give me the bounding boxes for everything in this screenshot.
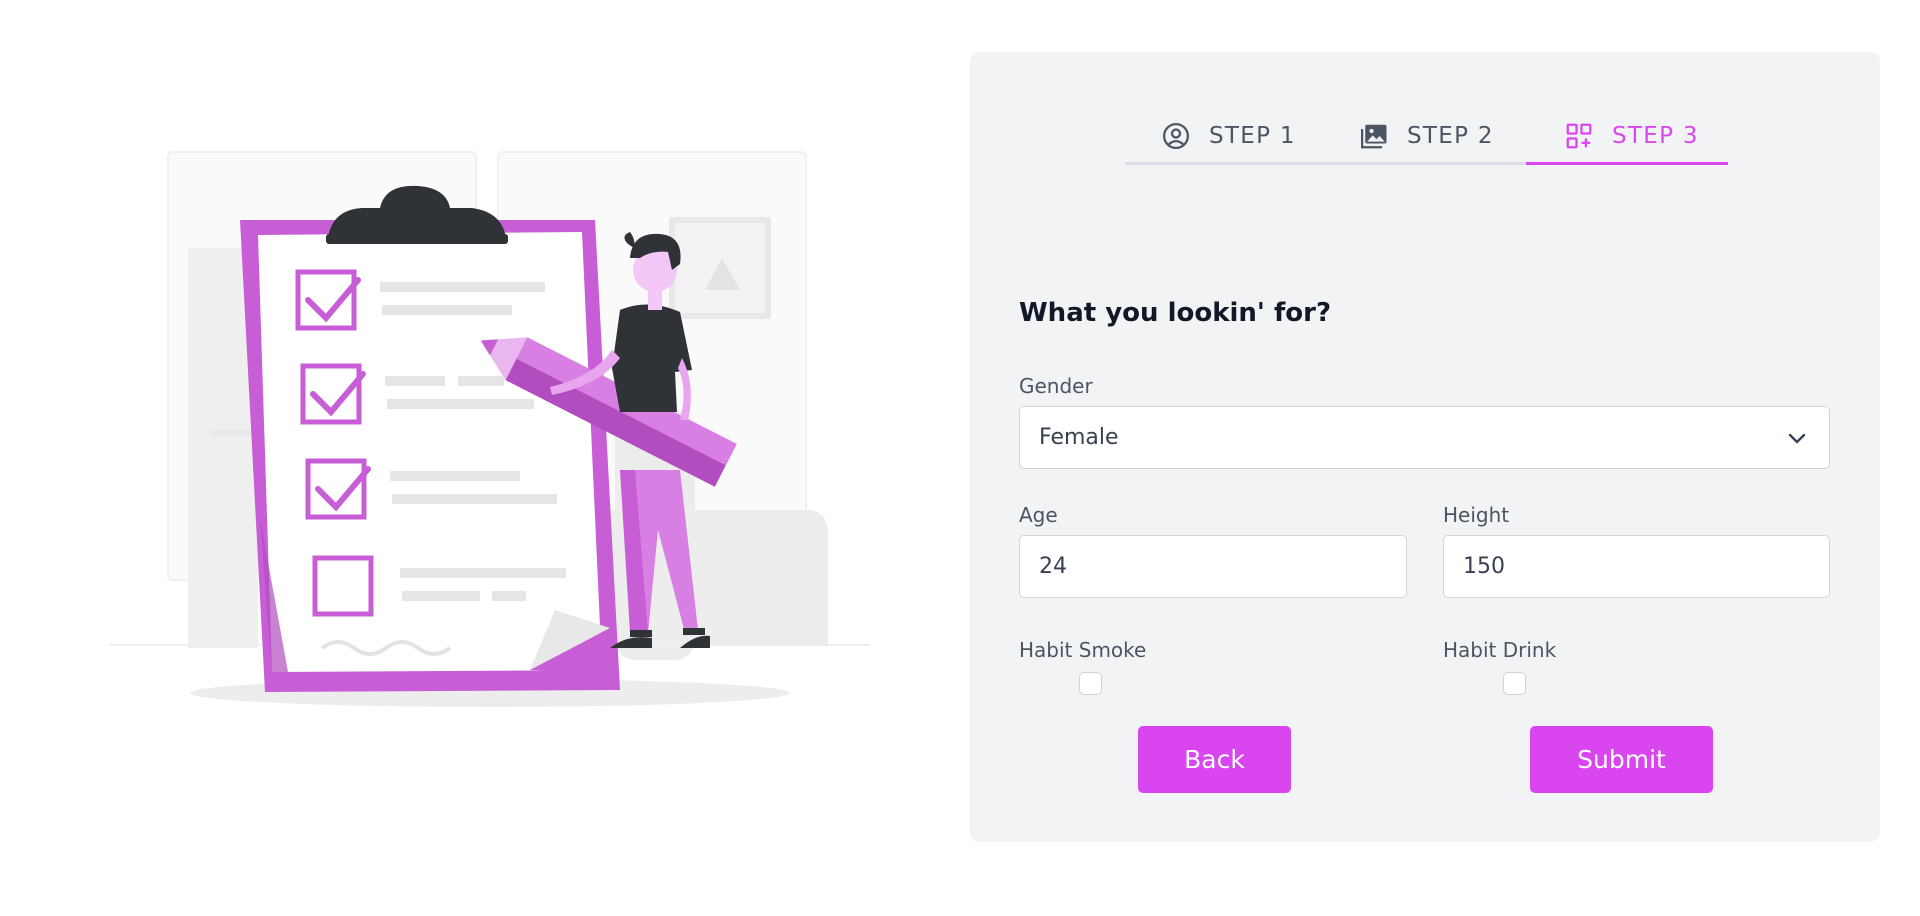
user-circle-icon bbox=[1163, 123, 1189, 149]
submit-button[interactable]: Submit bbox=[1530, 726, 1713, 793]
gender-label: Gender bbox=[1019, 374, 1093, 398]
tab-step-2[interactable]: STEP 2 bbox=[1325, 110, 1526, 162]
form-card: STEP 1 STEP 2 STEP 3 What you lookin' fo… bbox=[970, 52, 1880, 842]
gender-select-value: Female bbox=[1039, 425, 1119, 450]
image-icon bbox=[1361, 124, 1387, 149]
back-button[interactable]: Back bbox=[1138, 726, 1291, 793]
habit-drink-checkbox[interactable] bbox=[1503, 672, 1526, 695]
age-label: Age bbox=[1019, 503, 1058, 527]
tab-step-3[interactable]: STEP 3 bbox=[1526, 110, 1728, 165]
form-title: What you lookin' for? bbox=[1019, 298, 1332, 328]
tab-step-3-label: STEP 3 bbox=[1612, 123, 1699, 149]
gender-select[interactable]: Female bbox=[1019, 406, 1830, 469]
height-label: Height bbox=[1443, 503, 1510, 527]
habit-drink-label: Habit Drink bbox=[1443, 638, 1557, 662]
age-input[interactable]: 24 bbox=[1019, 535, 1407, 598]
chevron-down-icon bbox=[1788, 433, 1806, 444]
tab-step-2-label: STEP 2 bbox=[1407, 123, 1494, 149]
habit-smoke-checkbox[interactable] bbox=[1079, 672, 1102, 695]
habit-smoke-label: Habit Smoke bbox=[1019, 638, 1147, 662]
step-tabs: STEP 1 STEP 2 STEP 3 bbox=[1125, 110, 1728, 165]
height-input-value: 150 bbox=[1463, 554, 1505, 579]
tab-step-1-label: STEP 1 bbox=[1209, 123, 1296, 149]
checklist-illustration bbox=[110, 151, 870, 707]
height-input[interactable]: 150 bbox=[1443, 535, 1830, 598]
age-input-value: 24 bbox=[1039, 554, 1067, 579]
tab-step-1[interactable]: STEP 1 bbox=[1125, 110, 1325, 162]
grid-plus-icon bbox=[1566, 123, 1592, 149]
